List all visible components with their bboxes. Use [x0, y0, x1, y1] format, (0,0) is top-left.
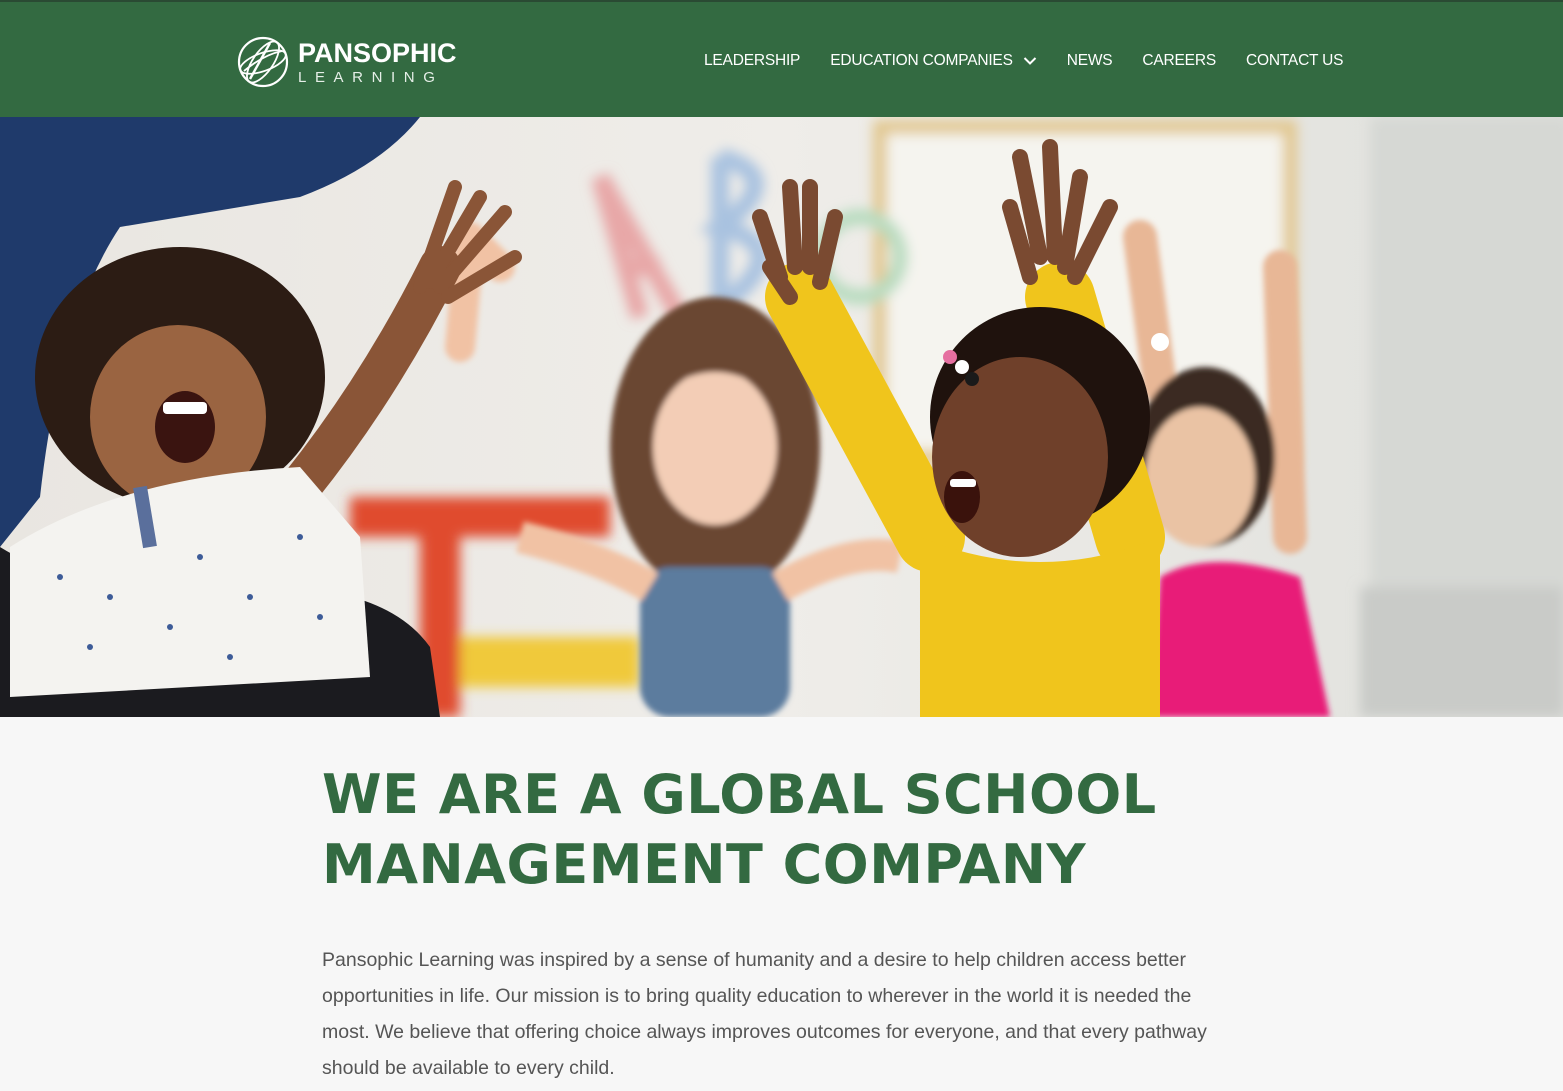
headline-line-1: WE ARE A GLOBAL SCHOOL	[322, 763, 1157, 826]
nav-news[interactable]: NEWS	[1067, 52, 1113, 70]
globe-icon	[237, 36, 289, 88]
nav-contact-us[interactable]: CONTACT US	[1245, 52, 1344, 70]
logo-name: PANSOPHIC	[298, 37, 457, 68]
nav-education-companies[interactable]: EDUCATION COMPANIES	[830, 52, 1037, 70]
nav-careers[interactable]: CAREERS	[1142, 52, 1216, 70]
headline-line-2: MANAGEMENT COMPANY	[322, 833, 1087, 896]
nav-news-label: NEWS	[1066, 52, 1113, 69]
logo-subtitle: LEARNING	[298, 68, 444, 86]
nav-education-companies-label: EDUCATION COMPANIES	[830, 52, 1013, 69]
intro-section: WE ARE A GLOBAL SCHOOL MANAGEMENT COMPAN…	[322, 760, 1242, 1086]
nav-leadership-label: LEADERSHIP	[704, 52, 801, 69]
nav-careers-label: CAREERS	[1142, 52, 1216, 69]
hero-image	[0, 117, 1563, 717]
nav-leadership[interactable]: LEADERSHIP	[704, 52, 800, 70]
mission-paragraph: Pansophic Learning was inspired by a sen…	[322, 949, 1207, 1079]
pansophic-logo[interactable]: PANSOPHIC LEARNING	[236, 35, 457, 89]
site-header: PANSOPHIC LEARNING LEADERSHIP EDUCATION …	[0, 0, 1563, 117]
page-title: WE ARE A GLOBAL SCHOOL MANAGEMENT COMPAN…	[322, 760, 1242, 900]
logo-wordmark: PANSOPHIC LEARNING	[298, 37, 457, 86]
main-nav: LEADERSHIP EDUCATION COMPANIES NEWS CARE…	[704, 49, 1343, 73]
hero-photo-illustration	[0, 117, 1563, 717]
nav-contact-us-label: CONTACT US	[1245, 52, 1344, 69]
chevron-down-icon[interactable]	[1023, 56, 1037, 66]
